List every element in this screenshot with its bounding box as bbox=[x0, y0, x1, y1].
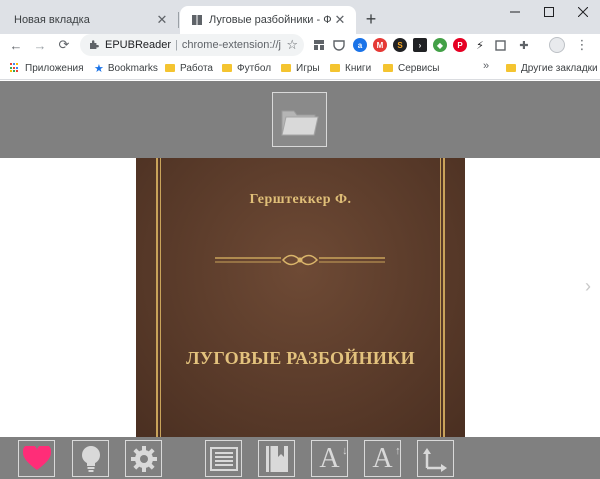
folder-icon bbox=[280, 110, 319, 135]
table-of-contents-icon bbox=[209, 446, 238, 471]
folder-icon bbox=[165, 64, 175, 72]
bookmark-label: Приложения bbox=[25, 62, 84, 74]
bookmarks-button[interactable] bbox=[258, 440, 295, 477]
browser-toolbar: ← → ⟳ EPUBReader | chrome-extension://j.… bbox=[0, 34, 600, 56]
window-close-icon[interactable] bbox=[566, 0, 600, 24]
next-page-chevron-icon[interactable]: › bbox=[585, 276, 591, 297]
bookmark-other-bookmarks[interactable]: Другие закладки bbox=[506, 60, 598, 76]
font-decrease-icon: A ↓ bbox=[319, 442, 348, 474]
apps-grid-icon bbox=[10, 63, 20, 73]
ornament-divider-icon bbox=[215, 254, 385, 266]
bookmarks-overflow-chevron[interactable]: » bbox=[483, 60, 489, 72]
folder-icon bbox=[222, 64, 232, 72]
close-icon[interactable]: ✕ bbox=[154, 12, 170, 28]
gear-icon bbox=[130, 445, 157, 472]
table-of-contents-button[interactable] bbox=[205, 440, 242, 477]
open-book-button[interactable] bbox=[272, 92, 327, 147]
settings-button[interactable] bbox=[125, 440, 162, 477]
tab-active-book[interactable]: Луговые разбойники - Фридрих ✕ bbox=[180, 6, 356, 34]
bookmark-label: Сервисы bbox=[398, 62, 440, 74]
fullscreen-button[interactable] bbox=[417, 440, 454, 477]
reader-top-panel bbox=[0, 81, 600, 158]
url-text: chrome-extension://j... bbox=[181, 39, 283, 51]
extensions-puzzle-icon[interactable]: ✚ bbox=[517, 38, 531, 52]
s-extension-icon[interactable]: S bbox=[393, 38, 407, 52]
close-icon[interactable]: ✕ bbox=[332, 12, 348, 28]
font-increase-icon: A ↑ bbox=[372, 442, 401, 474]
minimize-icon[interactable] bbox=[498, 0, 532, 24]
bookmark-label: Игры bbox=[296, 62, 320, 74]
bookmark-label: Книги bbox=[345, 62, 372, 74]
bookmark-folder-futbol[interactable]: Футбол bbox=[222, 60, 271, 76]
folder-icon bbox=[281, 64, 291, 72]
profile-avatar[interactable] bbox=[549, 37, 565, 53]
font-increase-button[interactable]: A ↑ bbox=[364, 440, 401, 477]
pocket-extension-icon[interactable] bbox=[332, 38, 346, 52]
green-extension-icon[interactable]: ◆ bbox=[433, 38, 447, 52]
lightbulb-icon bbox=[81, 445, 100, 472]
site-name: EPUBReader bbox=[105, 39, 172, 51]
tab-separator bbox=[178, 12, 179, 28]
bookmarks-bar: Приложения ★ Bookmarks Работа Футбол Игр… bbox=[0, 56, 600, 80]
bookmark-label: Футбол bbox=[237, 62, 272, 74]
arrow-extension-icon[interactable]: › bbox=[413, 38, 427, 52]
folder-icon bbox=[383, 64, 393, 72]
square-extension-icon[interactable] bbox=[493, 38, 507, 52]
tab-new-tab[interactable]: Новая вкладка ✕ bbox=[4, 6, 178, 34]
forward-arrow-icon[interactable]: → bbox=[30, 34, 50, 56]
bookmark-folder-servisy[interactable]: Сервисы bbox=[383, 60, 439, 76]
expand-arrows-icon bbox=[422, 447, 447, 472]
bookmark-folder-knigi[interactable]: Книги bbox=[330, 60, 371, 76]
folder-icon bbox=[330, 64, 340, 72]
new-tab-button[interactable]: + bbox=[360, 8, 382, 30]
reader-content: Герштеккер Ф. ЛУГОВЫЕ РАЗБОЙНИКИ › bbox=[0, 158, 600, 437]
bookmark-label: Bookmarks bbox=[107, 62, 158, 74]
puzzle-extension-icon bbox=[90, 40, 99, 49]
book-icon bbox=[265, 445, 288, 472]
red-m-extension-icon[interactable]: M bbox=[373, 38, 387, 52]
star-icon[interactable]: ☆ bbox=[286, 37, 298, 53]
book-title: ЛУГОВЫЕ РАЗБОЙНИКИ bbox=[186, 348, 415, 368]
favorite-button[interactable] bbox=[18, 440, 55, 477]
back-arrow-icon[interactable]: ← bbox=[6, 34, 26, 56]
night-mode-button[interactable] bbox=[72, 440, 109, 477]
menu-kebab-icon[interactable]: ⋮ bbox=[574, 34, 590, 56]
bookmark-apps[interactable]: Приложения bbox=[10, 60, 84, 76]
bookmark-bookmarks[interactable]: ★ Bookmarks bbox=[94, 60, 158, 76]
star-icon: ★ bbox=[94, 62, 104, 75]
book-favicon-icon bbox=[190, 14, 203, 27]
heart-icon bbox=[22, 446, 51, 470]
grid-extension-icon[interactable] bbox=[312, 38, 326, 52]
font-decrease-button[interactable]: A ↓ bbox=[311, 440, 348, 477]
book-author: Герштеккер Ф. bbox=[249, 192, 352, 207]
reload-icon[interactable]: ⟳ bbox=[54, 34, 74, 56]
reader-bottom-panel: A ↓ A ↑ bbox=[0, 437, 600, 479]
maximize-icon[interactable] bbox=[532, 0, 566, 24]
address-separator: | bbox=[175, 39, 178, 51]
browser-tab-strip: Новая вкладка ✕ Луговые разбойники - Фри… bbox=[0, 0, 600, 34]
tab-title: Новая вкладка bbox=[14, 14, 90, 26]
tab-title: Луговые разбойники - Фридрих bbox=[209, 14, 332, 26]
blue-circle-extension-icon[interactable]: a bbox=[353, 38, 367, 52]
folder-icon bbox=[506, 64, 516, 72]
bookmark-label: Работа bbox=[180, 62, 213, 74]
pinterest-icon[interactable]: P bbox=[453, 38, 467, 52]
bookmark-folder-rabota[interactable]: Работа bbox=[165, 60, 213, 76]
lightning-extension-icon[interactable]: ⚡ bbox=[473, 38, 487, 52]
book-cover: Герштеккер Ф. ЛУГОВЫЕ РАЗБОЙНИКИ bbox=[136, 158, 465, 437]
bookmark-folder-igry[interactable]: Игры bbox=[281, 60, 320, 76]
bookmark-label: Другие закладки bbox=[521, 62, 598, 74]
address-bar[interactable]: EPUBReader | chrome-extension://j... ☆ bbox=[80, 34, 304, 56]
